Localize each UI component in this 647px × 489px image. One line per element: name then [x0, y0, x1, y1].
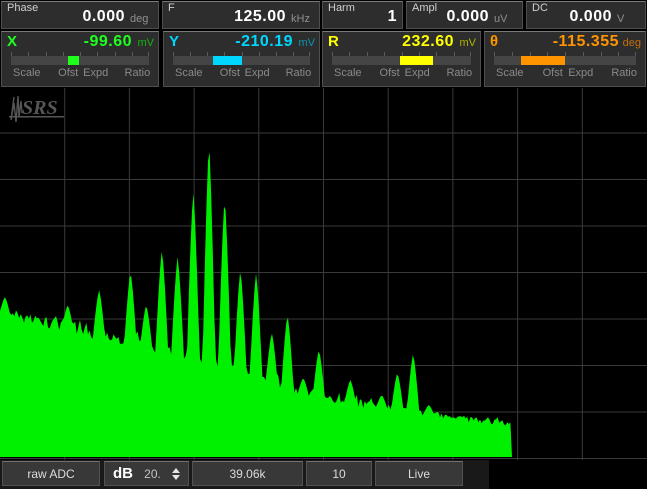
phase-panel[interactable]: Phase 0.000 deg — [1, 1, 159, 29]
scale-label: Scale — [13, 68, 41, 79]
spectrum-plot — [0, 88, 647, 460]
channel-theta-panel[interactable]: θ -115.355 deg Scale Ofst Expd Ratio — [484, 31, 646, 87]
expd-label: Expd — [83, 68, 108, 79]
channel-x-readout: X -99.60 mV — [2, 32, 158, 50]
slider-fill[interactable] — [521, 56, 565, 65]
channel-y-slider[interactable] — [173, 52, 310, 66]
srs-logo: SRS — [5, 93, 69, 125]
frequency-unit: kHz — [291, 14, 314, 25]
live-mode-label: Live — [408, 467, 430, 481]
lockin-instrument-screen: Phase 0.000 deg F 125.00 kHz Harm 1 Ampl… — [0, 0, 647, 489]
bottom-softkey-bar: raw ADC dB 20. 39.06k 10 Live — [0, 460, 489, 489]
amplitude-value: 0.000 — [446, 9, 489, 25]
channel-r-controls: Scale Ofst Expd Ratio — [323, 68, 480, 82]
channel-r-unit: mV — [454, 38, 476, 49]
slider-track[interactable] — [11, 56, 149, 65]
channel-theta-readout: θ -115.355 deg — [485, 32, 645, 50]
channel-x-panel[interactable]: X -99.60 mV Scale Ofst Expd Ratio — [1, 31, 159, 87]
ratio-label: Ratio — [125, 68, 151, 79]
scale-label: Scale — [175, 68, 203, 79]
dc-offset-label: DC — [532, 3, 548, 14]
db-scale-button[interactable]: dB 20. — [104, 461, 189, 486]
channel-r-letter: R — [328, 34, 339, 49]
frequency-panel[interactable]: F 125.00 kHz — [162, 1, 320, 29]
frequency-value: 125.00 — [234, 9, 286, 25]
display-source-label: raw ADC — [27, 467, 74, 481]
ratio-label: Ratio — [611, 68, 637, 79]
channel-theta-slider[interactable] — [494, 52, 636, 66]
frequency-span-button[interactable]: 39.06k — [192, 461, 303, 486]
db-per-div-value: 20. — [144, 467, 161, 481]
display-source-button[interactable]: raw ADC — [2, 461, 100, 486]
slider-fill[interactable] — [68, 56, 79, 65]
dc-offset-unit: V — [617, 14, 640, 25]
live-mode-button[interactable]: Live — [375, 461, 463, 486]
dc-offset-panel[interactable]: DC 0.000 V — [526, 1, 646, 29]
scale-label: Scale — [334, 68, 362, 79]
spectrum-graph[interactable]: SRS — [0, 88, 647, 460]
channel-y-readout: Y -210.19 mV — [164, 32, 319, 50]
channel-x-slider[interactable] — [11, 52, 149, 66]
channel-y-value: -210.19 — [235, 34, 293, 50]
ratio-label: Ratio — [446, 68, 472, 79]
channel-y-controls: Scale Ofst Expd Ratio — [164, 68, 319, 82]
phase-value: 0.000 — [82, 9, 125, 25]
amplitude-panel[interactable]: Ampl 0.000 uV — [406, 1, 523, 29]
ofst-label: Ofst — [380, 68, 400, 79]
expd-label: Expd — [245, 68, 270, 79]
phase-unit: deg — [130, 14, 153, 25]
channel-y-letter: Y — [169, 34, 179, 49]
harmonic-label: Harm — [328, 3, 355, 14]
channel-theta-controls: Scale Ofst Expd Ratio — [485, 68, 645, 82]
db-units-label: dB — [113, 465, 133, 482]
divisions-label: 10 — [332, 467, 345, 481]
expd-label: Expd — [405, 68, 430, 79]
harmonic-value: 1 — [388, 9, 397, 25]
channel-x-value: -99.60 — [84, 34, 132, 50]
divisions-button[interactable]: 10 — [306, 461, 372, 486]
harmonic-panel[interactable]: Harm 1 — [322, 1, 403, 29]
ofst-label: Ofst — [58, 68, 78, 79]
spinner-up-icon[interactable] — [172, 468, 180, 473]
srs-logo-text: SRS — [22, 97, 58, 119]
channel-r-value: 232.60 — [402, 34, 454, 50]
phase-label: Phase — [7, 3, 38, 14]
scale-label: Scale — [496, 68, 524, 79]
channel-r-slider[interactable] — [332, 52, 471, 66]
amplitude-unit: uV — [494, 14, 517, 25]
ofst-label: Ofst — [220, 68, 240, 79]
channel-y-unit: mV — [293, 38, 315, 49]
frequency-span-label: 39.06k — [229, 467, 265, 481]
ratio-label: Ratio — [286, 68, 312, 79]
channel-y-panel[interactable]: Y -210.19 mV Scale Ofst Expd Ratio — [163, 31, 320, 87]
channel-x-letter: X — [7, 34, 17, 49]
slider-track[interactable] — [494, 56, 636, 65]
ofst-label: Ofst — [543, 68, 563, 79]
slider-fill[interactable] — [213, 56, 242, 65]
channel-theta-unit: deg — [619, 38, 641, 49]
slider-fill[interactable] — [400, 56, 433, 65]
spinner-down-icon[interactable] — [172, 475, 180, 480]
channel-theta-letter: θ — [490, 34, 498, 49]
channel-r-panel[interactable]: R 232.60 mV Scale Ofst Expd Ratio — [322, 31, 481, 87]
channel-theta-value: -115.355 — [553, 34, 619, 50]
db-spinner[interactable] — [172, 468, 180, 480]
channel-x-controls: Scale Ofst Expd Ratio — [2, 68, 158, 82]
amplitude-label: Ampl — [412, 3, 437, 14]
channel-r-readout: R 232.60 mV — [323, 32, 480, 50]
expd-label: Expd — [568, 68, 593, 79]
channel-x-unit: mV — [132, 38, 154, 49]
dc-offset-value: 0.000 — [569, 9, 612, 25]
frequency-label: F — [168, 3, 175, 14]
